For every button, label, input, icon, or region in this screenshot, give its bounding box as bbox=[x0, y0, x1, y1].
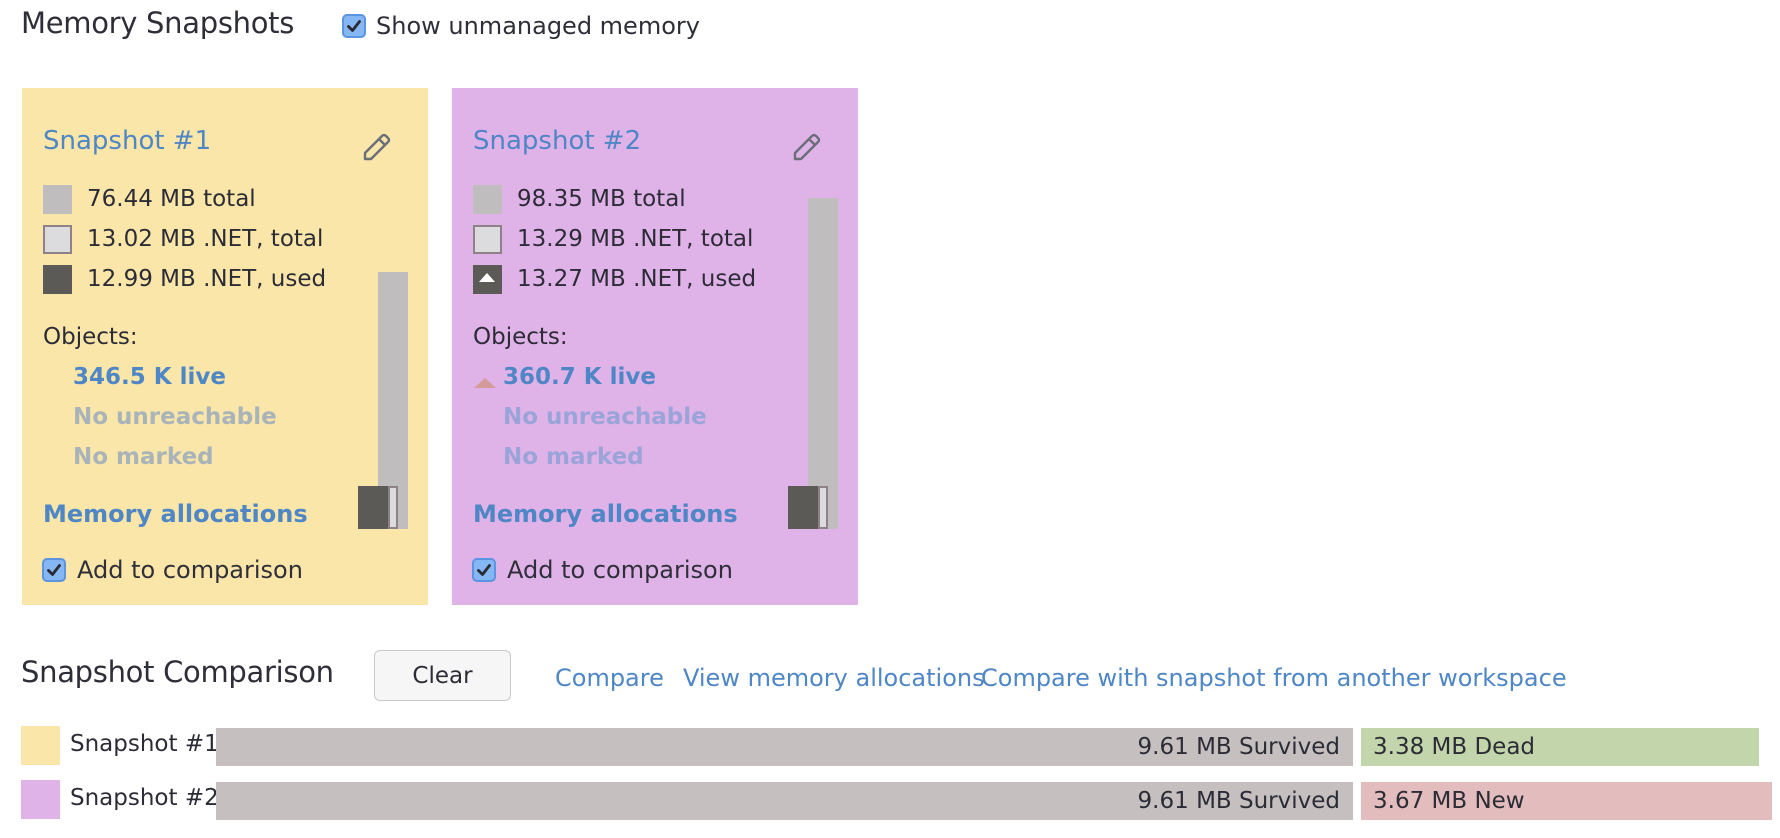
snapshot-title[interactable]: Snapshot #1 bbox=[43, 126, 211, 156]
total-swatch bbox=[473, 184, 502, 214]
view-memory-allocations-link[interactable]: View memory allocations bbox=[683, 664, 985, 692]
unreachable-objects: No unreachable bbox=[73, 404, 277, 430]
increase-triangle-icon bbox=[474, 378, 496, 388]
net-total-swatch bbox=[473, 224, 502, 254]
snapshot-card-1: Snapshot #1 76.44 MB total 13.02 MB .NET… bbox=[22, 88, 428, 605]
new-bar: 3.67 MB New bbox=[1361, 782, 1772, 820]
snapshot-card-2: Snapshot #2 98.35 MB total 13.29 MB .NET… bbox=[452, 88, 858, 605]
net-total-value: 13.02 MB .NET, total bbox=[87, 226, 324, 252]
unreachable-objects: No unreachable bbox=[503, 404, 707, 430]
checkbox-checked-icon[interactable] bbox=[42, 558, 66, 582]
snapshot-title[interactable]: Snapshot #2 bbox=[473, 126, 641, 156]
survived-bar: 9.61 MB Survived bbox=[216, 782, 1353, 820]
clear-button[interactable]: Clear bbox=[374, 650, 511, 701]
net-used-swatch bbox=[43, 264, 72, 294]
memory-bar-net bbox=[788, 486, 828, 529]
edit-pencil-icon[interactable] bbox=[790, 130, 824, 164]
add-to-comparison-label: Add to comparison bbox=[507, 556, 733, 584]
legend-net-total: 13.29 MB .NET, total bbox=[473, 224, 753, 254]
snapshot-2-color-swatch bbox=[21, 780, 60, 819]
marked-objects: No marked bbox=[503, 444, 644, 470]
memory-allocations-link[interactable]: Memory allocations bbox=[473, 500, 738, 528]
legend-net-used: 13.27 MB .NET, used bbox=[473, 264, 756, 294]
comparison-row-label: Snapshot #2 bbox=[70, 785, 219, 811]
net-used-value: 13.27 MB .NET, used bbox=[517, 266, 757, 292]
net-used-value: 12.99 MB .NET, used bbox=[87, 266, 327, 292]
net-total-swatch bbox=[43, 224, 72, 254]
objects-label: Objects: bbox=[43, 324, 138, 350]
memory-bar-total bbox=[808, 198, 838, 529]
compare-with-another-workspace-link[interactable]: Compare with snapshot from another works… bbox=[981, 664, 1567, 692]
total-swatch bbox=[43, 184, 72, 214]
legend-net-total: 13.02 MB .NET, total bbox=[43, 224, 323, 254]
live-objects-link[interactable]: 360.7 K live bbox=[503, 364, 656, 390]
total-value: 98.35 MB total bbox=[517, 186, 686, 212]
increase-arrow-icon bbox=[479, 272, 495, 282]
checkbox-checked-icon[interactable] bbox=[472, 558, 496, 582]
add-to-comparison-checkbox[interactable]: Add to comparison bbox=[42, 556, 303, 584]
legend-total: 98.35 MB total bbox=[473, 184, 686, 214]
marked-objects: No marked bbox=[73, 444, 214, 470]
total-value: 76.44 MB total bbox=[87, 186, 256, 212]
snapshot-1-color-swatch bbox=[21, 726, 60, 765]
legend-total: 76.44 MB total bbox=[43, 184, 256, 214]
memory-allocations-link[interactable]: Memory allocations bbox=[43, 500, 308, 528]
comparison-title: Snapshot Comparison bbox=[21, 655, 334, 689]
dead-bar: 3.38 MB Dead bbox=[1361, 728, 1759, 766]
live-objects-link[interactable]: 346.5 K live bbox=[73, 364, 226, 390]
survived-bar: 9.61 MB Survived bbox=[216, 728, 1353, 766]
compare-link[interactable]: Compare bbox=[555, 664, 664, 692]
show-unmanaged-memory-label: Show unmanaged memory bbox=[376, 12, 700, 40]
objects-label: Objects: bbox=[473, 324, 568, 350]
legend-net-used: 12.99 MB .NET, used bbox=[43, 264, 326, 294]
memory-bar-net bbox=[358, 486, 398, 529]
add-to-comparison-label: Add to comparison bbox=[77, 556, 303, 584]
show-unmanaged-memory-checkbox[interactable]: Show unmanaged memory bbox=[342, 12, 700, 40]
comparison-row-label: Snapshot #1 bbox=[70, 731, 219, 757]
checkbox-checked-icon[interactable] bbox=[342, 14, 366, 38]
page-title: Memory Snapshots bbox=[21, 6, 295, 40]
add-to-comparison-checkbox[interactable]: Add to comparison bbox=[472, 556, 733, 584]
net-total-value: 13.29 MB .NET, total bbox=[517, 226, 754, 252]
net-used-swatch bbox=[473, 264, 502, 294]
edit-pencil-icon[interactable] bbox=[360, 130, 394, 164]
